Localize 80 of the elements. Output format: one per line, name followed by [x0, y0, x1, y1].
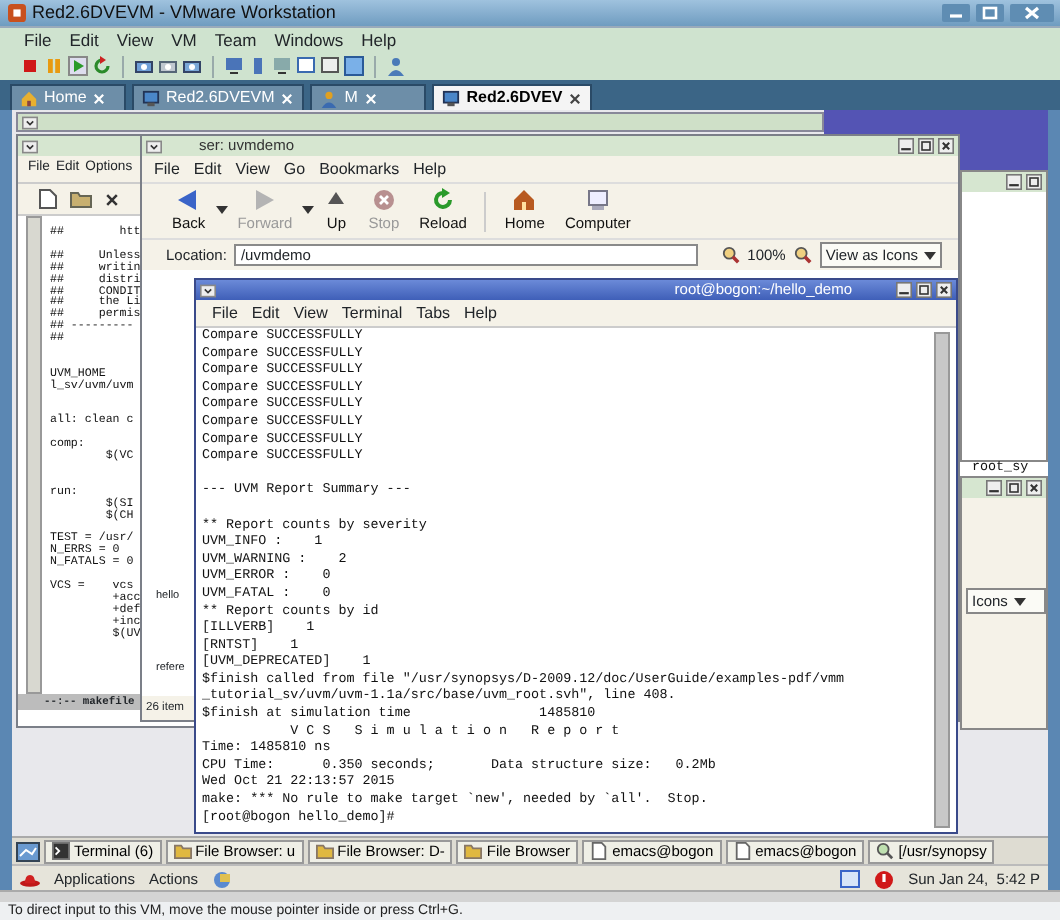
menu-item[interactable]: Help	[361, 27, 397, 53]
play-icon[interactable]	[68, 56, 88, 76]
monitor-icon	[142, 89, 160, 107]
menu-item[interactable]: View	[116, 27, 154, 53]
menu-item[interactable]: Team	[214, 27, 257, 53]
forward-arrow-icon	[252, 187, 277, 212]
refresh-icon[interactable]	[92, 56, 112, 76]
menu-item[interactable]: Go	[283, 157, 306, 181]
menu-item[interactable]: File	[212, 301, 238, 325]
minimize-button[interactable]	[898, 138, 914, 154]
monitor-icon[interactable]	[224, 56, 244, 76]
close-button[interactable]	[938, 138, 954, 154]
menu-item[interactable]: Windows	[274, 27, 344, 53]
computer-icon	[585, 187, 610, 212]
menu-item[interactable]: Edit	[251, 301, 280, 325]
scrollbar[interactable]	[0, 890, 1060, 902]
document-icon	[733, 842, 752, 860]
close-icon[interactable]	[568, 91, 583, 105]
folder-icon	[173, 842, 192, 860]
document-icon[interactable]	[38, 188, 58, 210]
hat-icon[interactable]	[20, 871, 40, 887]
menu-item[interactable]: Bookmarks	[319, 157, 400, 181]
minimize-button[interactable]	[1006, 174, 1022, 190]
menu-item[interactable]: View	[293, 301, 328, 325]
menu-item[interactable]: Terminal	[341, 301, 403, 325]
zoom-in-icon[interactable]	[793, 246, 812, 264]
reload-icon	[431, 187, 456, 212]
monitor-icon	[442, 89, 461, 107]
menu-item[interactable]: Edit	[193, 157, 222, 181]
monitor-icon[interactable]	[840, 869, 861, 889]
minimize-button[interactable]	[896, 282, 912, 298]
launcher-icon[interactable]	[212, 869, 233, 889]
menu-item[interactable]: VM	[171, 27, 197, 53]
window-title: Red2.6DVEVM - VMware Workstation	[32, 0, 336, 26]
camera-icon[interactable]	[182, 56, 202, 76]
maximize-button[interactable]	[1006, 480, 1022, 496]
vm-tab[interactable]: Red2.6DVEV	[432, 84, 593, 110]
user-icon	[320, 89, 339, 107]
menu-item[interactable]: Tabs	[416, 301, 451, 325]
terminal-icon	[52, 842, 70, 860]
home-icon	[20, 89, 38, 107]
menu-item[interactable]: Help	[464, 301, 497, 325]
maximize-button[interactable]	[1026, 174, 1042, 190]
caret-icon	[924, 249, 936, 261]
user-icon[interactable]	[386, 56, 406, 76]
menu-caret-icon[interactable]	[22, 139, 38, 153]
close-button[interactable]	[936, 282, 952, 298]
desktop-icon[interactable]	[16, 841, 40, 861]
alert-icon[interactable]	[874, 869, 895, 889]
folder-icon	[315, 842, 334, 860]
zoom-out-icon[interactable]	[721, 246, 740, 264]
menu-caret-icon[interactable]	[22, 115, 38, 129]
menu-item[interactable]: File	[154, 157, 180, 181]
monitor-icon[interactable]	[272, 56, 292, 76]
search-icon	[876, 842, 895, 860]
caret-icon	[1013, 595, 1026, 607]
scrollbar[interactable]	[26, 216, 42, 694]
menu-item[interactable]: Help	[413, 157, 447, 181]
folder-icon	[464, 842, 483, 860]
camera-icon[interactable]	[134, 56, 154, 76]
menu-item[interactable]: View	[235, 157, 270, 181]
stop-icon	[371, 187, 396, 212]
camera-icon[interactable]	[158, 56, 178, 76]
home-icon	[512, 187, 537, 212]
menu-caret-icon[interactable]	[146, 139, 162, 153]
stop-icon[interactable]	[20, 56, 40, 76]
back-arrow-icon	[176, 187, 201, 212]
menu-item[interactable]: Edit	[69, 27, 99, 53]
menu-caret-icon[interactable]	[200, 283, 216, 297]
close-icon[interactable]	[104, 191, 120, 207]
maximize-button[interactable]	[918, 138, 934, 154]
scrollbar[interactable]	[934, 332, 950, 828]
maximize-button[interactable]	[976, 4, 1004, 22]
document-icon	[590, 842, 609, 860]
menu-item[interactable]: File	[24, 27, 52, 53]
vmware-logo-icon	[8, 4, 26, 22]
maximize-button[interactable]	[916, 282, 932, 298]
close-button[interactable]	[1026, 480, 1042, 496]
minimize-button[interactable]	[986, 480, 1002, 496]
folder-icon[interactable]	[70, 190, 92, 208]
